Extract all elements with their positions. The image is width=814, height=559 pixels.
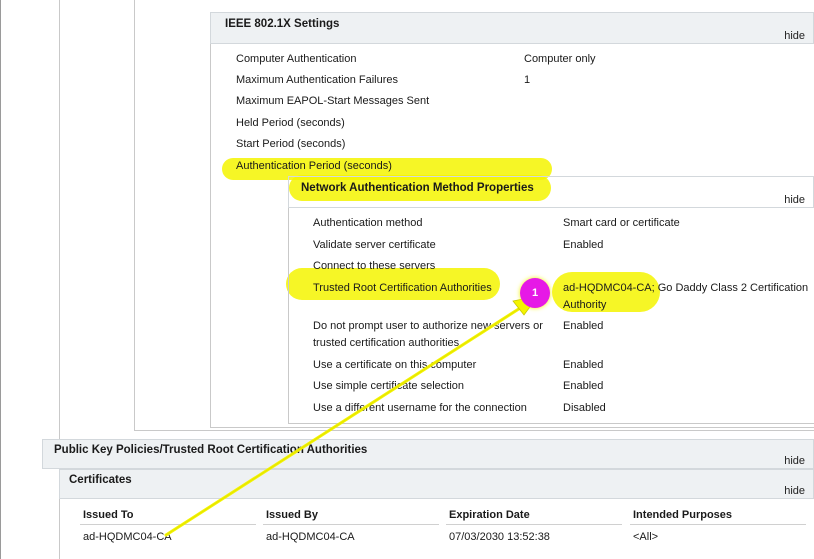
annotation-badge: 1	[520, 278, 550, 308]
annotation-arrow	[164, 295, 539, 537]
